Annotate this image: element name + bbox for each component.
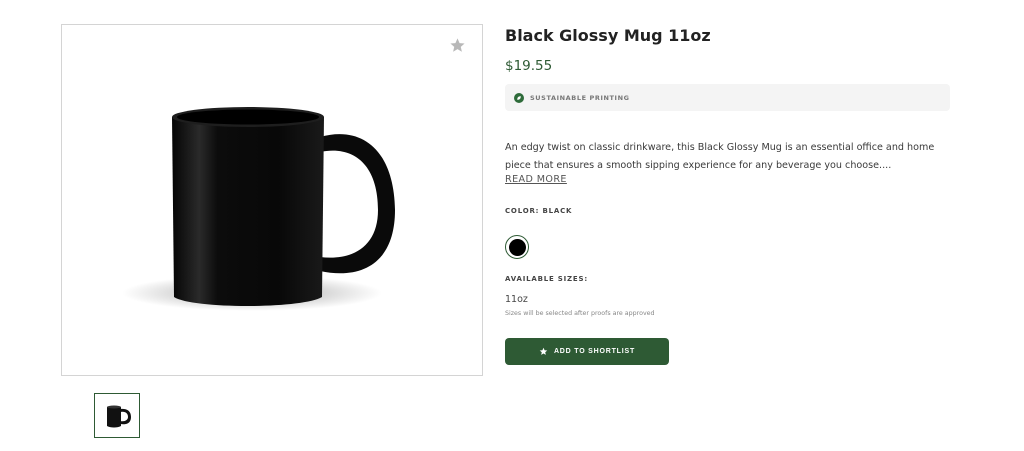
product-title: Black Glossy Mug 11oz	[505, 26, 711, 45]
star-icon	[539, 344, 548, 359]
product-thumbnail[interactable]	[94, 393, 140, 438]
product-image-frame	[61, 24, 483, 376]
size-value: 11oz	[505, 294, 528, 305]
mug-thumbnail-image	[107, 405, 131, 427]
leaf-icon	[514, 92, 524, 103]
sustainable-badge: SUSTAINABLE PRINTING	[505, 84, 950, 111]
product-image	[122, 107, 395, 311]
product-price: $19.55	[505, 58, 553, 74]
product-description: An edgy twist on classic drinkware, this…	[505, 142, 935, 171]
read-more-link[interactable]: READ MORE	[505, 174, 567, 185]
sizes-label: AVAILABLE SIZES:	[505, 275, 588, 283]
favorite-star-icon[interactable]	[449, 37, 466, 54]
sustainable-badge-label: SUSTAINABLE PRINTING	[530, 93, 630, 102]
color-swatch-fill	[508, 238, 526, 256]
color-swatch-black[interactable]	[505, 235, 529, 259]
add-to-shortlist-label: ADD TO SHORTLIST	[553, 348, 636, 355]
color-label: COLOR: BLACK	[505, 207, 573, 215]
add-to-shortlist-button[interactable]: ADD TO SHORTLIST	[505, 338, 669, 365]
size-note: Sizes will be selected after proofs are …	[505, 310, 655, 317]
